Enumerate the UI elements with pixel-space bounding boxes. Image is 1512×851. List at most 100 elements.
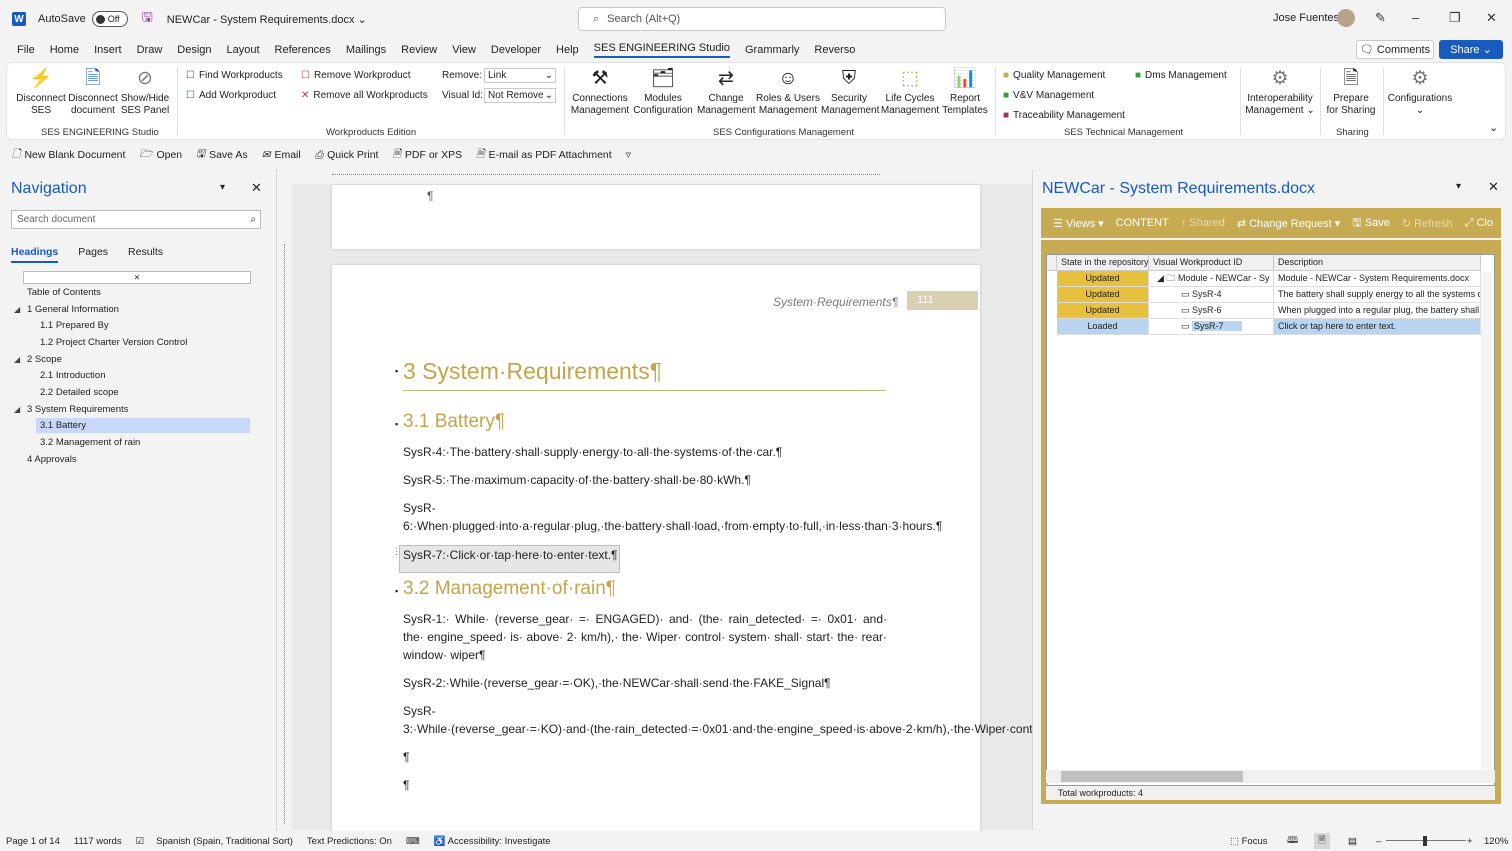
req-sysr-3[interactable]: SysR-3:·While·(reverse_gear·=·KO)·and·(t… xyxy=(403,702,1273,738)
menu-grammarly[interactable]: Grammarly xyxy=(745,44,799,56)
disconnect-document-button[interactable]: 🗎 Disconnect document xyxy=(67,67,119,117)
page-count[interactable]: Page 1 of 14 xyxy=(6,836,60,847)
cell-description[interactable]: The battery shall supply energy to all t… xyxy=(1274,287,1481,303)
user-name[interactable]: Jose Fuentes xyxy=(1273,12,1339,24)
accessibility-status[interactable]: ♿ Accessibility: Investigate xyxy=(434,836,551,847)
qat-save-as[interactable]: 🖫 Save As xyxy=(196,146,247,164)
nav-item-management-of-rain[interactable]: 3.2 Management of rain xyxy=(40,435,140,450)
nav-tab-results[interactable]: Results xyxy=(128,246,163,263)
prepare-for-sharing-button[interactable]: 🗎 Prepare for Sharing xyxy=(1323,67,1379,117)
drag-handle-icon[interactable]: ⋮ xyxy=(392,546,401,557)
avatar[interactable] xyxy=(1337,9,1355,27)
menu-reverso[interactable]: Reverso xyxy=(814,44,855,56)
nav-tab-pages[interactable]: Pages xyxy=(78,246,108,263)
proofing-icon[interactable]: ☑ xyxy=(136,836,145,847)
heading-management-of-rain[interactable]: 3.2 Management·of·rain¶ xyxy=(403,578,616,600)
roles-users-management-button[interactable]: ☺ Roles & Users Management xyxy=(756,67,820,117)
quality-management-button[interactable]: ■ Quality Management xyxy=(1003,70,1105,81)
qat-open[interactable]: 🗁 Open xyxy=(139,146,182,164)
nav-search-input[interactable]: Search document ⌕ xyxy=(11,210,261,229)
zoom-in-button[interactable]: + xyxy=(1467,836,1473,847)
pen-icon[interactable]: ✎ xyxy=(1375,10,1386,26)
empty-paragraph[interactable]: ¶ xyxy=(403,776,887,794)
scrollbar-thumb[interactable] xyxy=(1061,771,1243,782)
nav-tab-headings[interactable]: Headings xyxy=(11,246,59,263)
qat-email[interactable]: ✉ Email xyxy=(262,149,301,161)
menu-developer[interactable]: Developer xyxy=(491,44,541,56)
print-layout-icon[interactable]: 🗎 xyxy=(1314,833,1330,849)
refresh-button[interactable]: ↻ Refresh xyxy=(1402,217,1453,230)
menu-ses-engineering-studio[interactable]: SES ENGINEERING Studio xyxy=(593,42,730,58)
menu-references[interactable]: References xyxy=(275,44,331,56)
collapse-all-bar[interactable]: ⨯ xyxy=(23,271,251,284)
empty-paragraph[interactable]: ¶ xyxy=(403,748,887,766)
col-description[interactable]: Description xyxy=(1274,255,1481,271)
save-button[interactable]: 🖫 Save xyxy=(1352,214,1390,233)
nav-item-prepared-by[interactable]: 1.1 Prepared By xyxy=(40,318,109,333)
req-sysr-4[interactable]: SysR-4:·The·battery·shall·supply·energy·… xyxy=(403,443,887,461)
remove-workproduct-button[interactable]: ☐ Remove Workproduct xyxy=(301,70,411,81)
table-row[interactable]: ▭ SysR-6 xyxy=(1149,303,1274,319)
zoom-slider-thumb[interactable] xyxy=(1423,836,1427,846)
configurations-button[interactable]: ⚙ Configurations ⌄ xyxy=(1385,67,1455,117)
life-cycles-management-button[interactable]: ⬚ Life Cycles Management xyxy=(879,67,941,117)
menu-design[interactable]: Design xyxy=(177,44,211,56)
remove-all-workproducts-button[interactable]: ✕ Remove all Workproducts xyxy=(301,90,428,101)
qat-new-blank-document[interactable]: 🗋 New Blank Document xyxy=(12,146,125,164)
panel-close-icon[interactable]: ✕ xyxy=(1488,179,1499,195)
menu-home[interactable]: Home xyxy=(50,44,79,56)
nav-item-general-information[interactable]: 1 General Information xyxy=(27,302,119,317)
web-layout-icon[interactable]: ▤ xyxy=(1348,836,1357,847)
security-management-button[interactable]: ⛨ Security Management xyxy=(821,67,879,117)
zoom-level[interactable]: 120% xyxy=(1484,836,1508,847)
cell-state[interactable]: Updated xyxy=(1057,287,1149,303)
nav-item-approvals[interactable]: 4 Approvals xyxy=(27,452,77,467)
menu-help[interactable]: Help xyxy=(556,44,579,56)
change-request-button[interactable]: ⇄ Change Request ▾ xyxy=(1237,217,1340,230)
show-hide-ses-panel-button[interactable]: ⊘ Show/Hide SES Panel xyxy=(119,67,171,117)
qat-pdf-or-xps[interactable]: 🗎 PDF or XPS xyxy=(392,146,462,164)
qat-quick-print[interactable]: ⎙ Quick Print xyxy=(315,149,379,162)
save-icon[interactable]: 🖫 xyxy=(142,8,153,30)
menu-insert[interactable]: Insert xyxy=(94,44,122,56)
views-button[interactable]: ☰ Views ▾ xyxy=(1053,217,1104,230)
qat-customize[interactable]: ▿ xyxy=(626,149,631,161)
table-row[interactable]: ▭ SysR-4 xyxy=(1149,287,1274,303)
cell-state[interactable]: Updated xyxy=(1057,303,1149,319)
menu-draw[interactable]: Draw xyxy=(137,44,163,56)
nav-item-toc[interactable]: Table of Contents xyxy=(27,285,101,300)
req-sysr-5[interactable]: SysR-5:·The·maximum·capacity·of·the·batt… xyxy=(403,471,887,489)
text-predictions[interactable]: Text Predictions: On xyxy=(307,836,392,847)
col-state[interactable]: State in the repository xyxy=(1057,255,1149,271)
menu-view[interactable]: View xyxy=(452,44,476,56)
language[interactable]: Spanish (Spain, Traditional Sort) xyxy=(156,836,293,847)
interoperability-management-button[interactable]: ⚙ Interoperability Management ⌄ xyxy=(1245,67,1315,117)
cell-state[interactable]: Updated xyxy=(1057,271,1149,287)
nav-item-introduction[interactable]: 2.1 Introduction xyxy=(40,368,106,383)
search-box[interactable]: ⌕ Search (Alt+Q) xyxy=(578,7,946,31)
col-visual-id[interactable]: Visual Workproduct ID xyxy=(1149,255,1274,271)
report-templates-button[interactable]: 📊 Report Templates xyxy=(941,67,989,117)
table-row[interactable]: ▭ SysR-7 xyxy=(1149,319,1274,335)
zoom-out-button[interactable]: – xyxy=(1376,836,1381,847)
req-sysr-6[interactable]: SysR-6:·When·plugged·into·a·regular·plug… xyxy=(403,499,942,535)
nav-item-project-charter[interactable]: 1.2 Project Charter Version Control xyxy=(40,335,187,350)
nav-item-scope[interactable]: 2 Scope xyxy=(27,352,62,367)
traceability-management-button[interactable]: ■ Traceability Management xyxy=(1003,110,1125,121)
menu-review[interactable]: Review xyxy=(401,44,437,56)
visual-id-select[interactable]: Not Remove ⌄ xyxy=(484,88,556,103)
table-row[interactable]: ◢ 🗀 Module - NEWCar - Sy xyxy=(1149,271,1274,287)
nav-item-detailed-scope[interactable]: 2.2 Detailed scope xyxy=(40,385,119,400)
collapse-ribbon-icon[interactable]: ⌄ xyxy=(1489,121,1498,134)
cell-state[interactable]: Loaded xyxy=(1057,319,1149,335)
document-title[interactable]: NEWCar - System Requirements.docx ⌄ xyxy=(167,13,367,26)
share-button[interactable]: Share ⌄ xyxy=(1439,40,1503,59)
close-workproduct-button[interactable]: ⤢ Clo xyxy=(1465,217,1493,230)
find-workproducts-button[interactable]: ☐ Find Workproducts xyxy=(186,70,283,81)
change-management-button[interactable]: ⇄ Change Management xyxy=(697,67,755,117)
vv-management-button[interactable]: ■ V&V Management xyxy=(1003,90,1094,101)
req-sysr-1[interactable]: SysR-1:· While· (reverse_gear· =· ENGAGE… xyxy=(403,610,887,664)
req-sysr-2[interactable]: SysR-2:·While·(reverse_gear·=·OK),·the·N… xyxy=(403,674,887,692)
nav-item-system-requirements[interactable]: 3 System Requirements xyxy=(27,402,128,417)
req-sysr-7[interactable]: SysR-7:·Click·or·tap·here·to·enter·text.… xyxy=(403,546,887,564)
